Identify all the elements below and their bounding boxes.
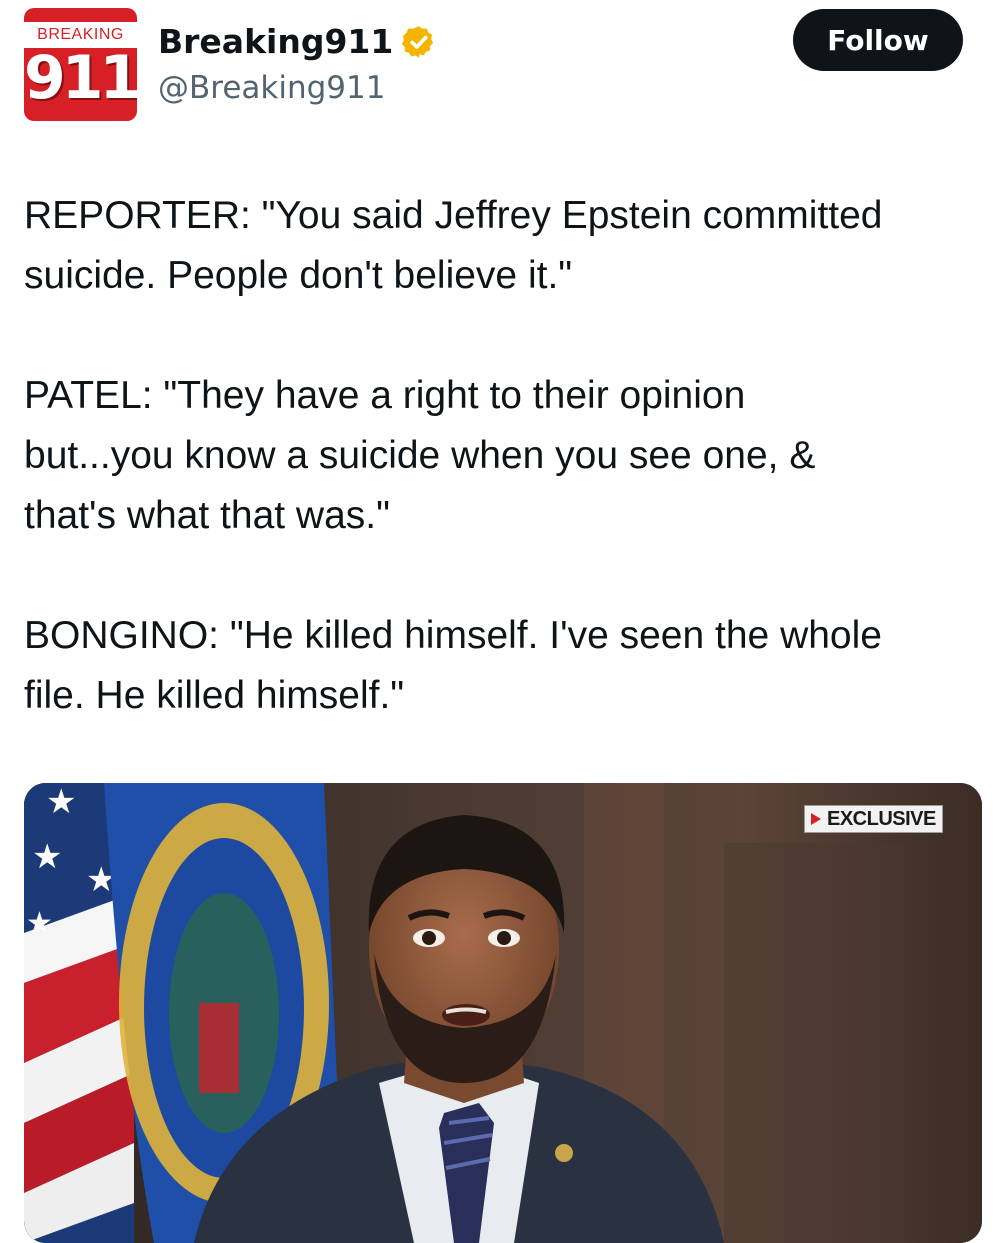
tweet-header: BREAKING 911 Breaking911 @Breaking911 Fo… <box>0 0 1006 140</box>
svg-text:★: ★ <box>26 906 53 941</box>
display-name[interactable]: Breaking911 <box>158 18 393 66</box>
handle[interactable]: @Breaking911 <box>158 68 385 108</box>
tweet-paragraph: BONGINO: "He killed himself. I've seen t… <box>24 614 882 717</box>
play-triangle-icon <box>811 813 821 825</box>
tweet-paragraph: REPORTER: "You said Jeffrey Epstein comm… <box>24 194 883 297</box>
avatar[interactable]: BREAKING 911 <box>24 8 137 121</box>
media-illustration: ★ ★ ★ ★ <box>24 783 982 1243</box>
tweet-text: REPORTER: "You said Jeffrey Epstein comm… <box>24 186 984 786</box>
svg-text:★: ★ <box>46 783 76 822</box>
svg-text:★: ★ <box>32 837 62 877</box>
exclusive-badge: EXCLUSIVE <box>804 805 943 833</box>
verified-badge-icon <box>401 24 437 60</box>
exclusive-label: EXCLUSIVE <box>827 807 936 830</box>
name-row: Breaking911 <box>158 18 437 66</box>
tweet-media-image[interactable]: ★ ★ ★ ★ EXCLUSIVE <box>24 783 982 1243</box>
avatar-number: 911 <box>24 43 137 113</box>
follow-button[interactable]: Follow <box>793 9 963 71</box>
tweet-paragraph: PATEL: "They have a right to their opini… <box>24 374 816 537</box>
